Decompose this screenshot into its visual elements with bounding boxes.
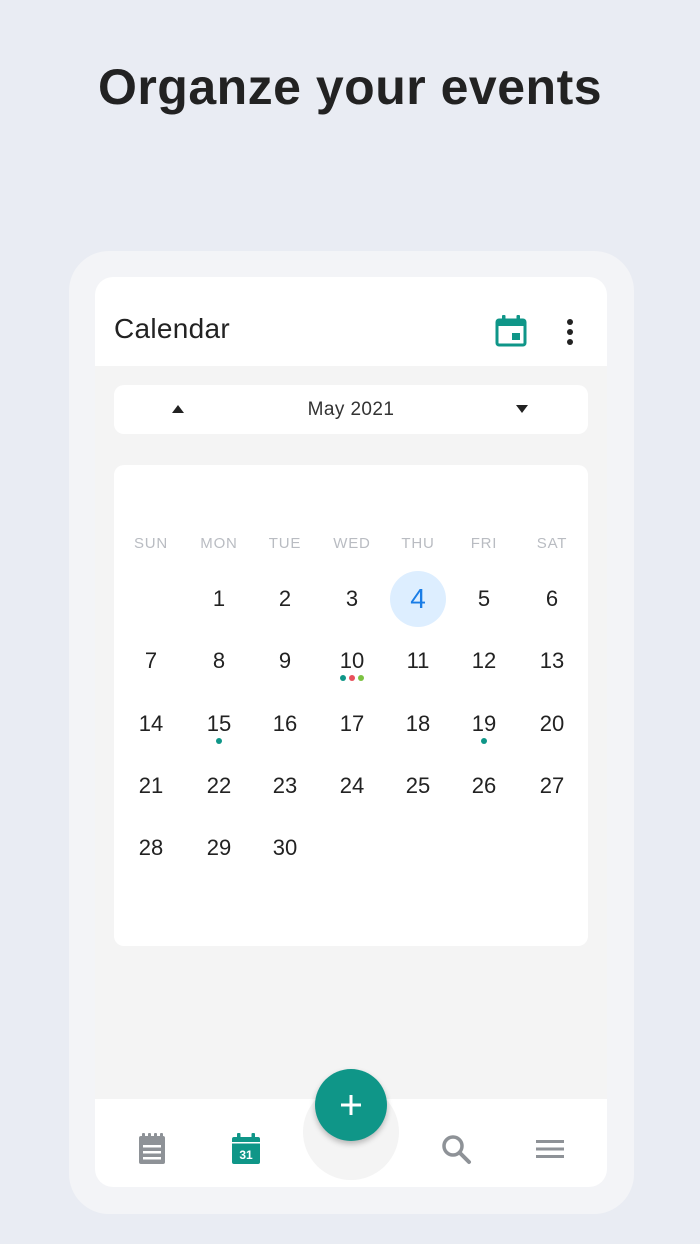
day-cell[interactable]: 16 — [257, 696, 313, 752]
day-cell[interactable]: 27 — [524, 758, 580, 814]
hamburger-icon[interactable] — [533, 1132, 567, 1166]
event-dot — [340, 675, 346, 681]
app-screen: Calendar May 2021 SUN MON TUE WED THU FR… — [95, 277, 607, 1187]
day-cell[interactable]: 5 — [456, 571, 512, 627]
day-cell[interactable]: 25 — [390, 758, 446, 814]
weekday-label: THU — [401, 535, 435, 552]
weekday-label: SAT — [536, 535, 568, 552]
plus-icon — [341, 1095, 361, 1115]
day-cell[interactable]: 8 — [191, 633, 247, 689]
more-vert-icon[interactable] — [558, 317, 582, 347]
add-event-button[interactable] — [315, 1069, 387, 1141]
day-cell[interactable]: 7 — [123, 633, 179, 689]
day-cell[interactable]: 29 — [191, 820, 247, 876]
notepad-icon[interactable] — [135, 1132, 169, 1166]
phone-frame: Calendar May 2021 SUN MON TUE WED THU FR… — [69, 251, 634, 1214]
search-icon[interactable] — [439, 1132, 473, 1166]
day-cell[interactable]: 18 — [390, 696, 446, 752]
app-bar: Calendar — [95, 277, 607, 366]
day-cell[interactable]: 28 — [123, 820, 179, 876]
weekday-label: FRI — [470, 535, 498, 552]
day-cell[interactable]: 11 — [390, 633, 446, 689]
calendar-day-number: 31 — [239, 1148, 253, 1162]
event-indicators — [481, 738, 487, 744]
headline: Organze your events — [97, 59, 603, 115]
event-indicators — [216, 738, 222, 744]
day-cell[interactable]: 30 — [257, 820, 313, 876]
event-indicators — [340, 675, 364, 681]
day-cell[interactable]: 9 — [257, 633, 313, 689]
event-dot — [481, 738, 487, 744]
day-cell[interactable]: 21 — [123, 758, 179, 814]
day-cell[interactable]: 6 — [524, 571, 580, 627]
day-cell[interactable]: 3 — [324, 571, 380, 627]
day-cell[interactable]: 22 — [191, 758, 247, 814]
weekday-label: TUE — [268, 535, 302, 552]
weekday-label: WED — [333, 535, 371, 552]
month-navigator: May 2021 — [114, 385, 588, 434]
day-cell[interactable]: 23 — [257, 758, 313, 814]
day-cell[interactable]: 13 — [524, 633, 580, 689]
day-cell[interactable]: 12 — [456, 633, 512, 689]
triangle-down-icon[interactable] — [514, 402, 530, 416]
day-cell[interactable]: 20 — [524, 696, 580, 752]
calendar-31-icon[interactable]: 31 — [229, 1132, 263, 1166]
day-cell[interactable]: 1 — [191, 571, 247, 627]
calendar-grid: SUN MON TUE WED THU FRI SAT 1 2 3 4 5 6 7 8 9 10 11 12 13 14… — [114, 465, 588, 946]
day-cell-today[interactable]: 4 — [390, 571, 446, 627]
event-dot — [349, 675, 355, 681]
app-title: Calendar — [114, 313, 231, 344]
day-cell[interactable]: 24 — [324, 758, 380, 814]
day-cell[interactable]: 17 — [324, 696, 380, 752]
day-cell[interactable]: 14 — [123, 696, 179, 752]
event-dot — [358, 675, 364, 681]
weekday-label: SUN — [133, 535, 169, 552]
day-cell[interactable]: 2 — [257, 571, 313, 627]
day-cell[interactable]: 26 — [456, 758, 512, 814]
weekday-label: MON — [200, 535, 238, 552]
event-dot — [216, 738, 222, 744]
calendar-icon[interactable] — [494, 314, 528, 348]
